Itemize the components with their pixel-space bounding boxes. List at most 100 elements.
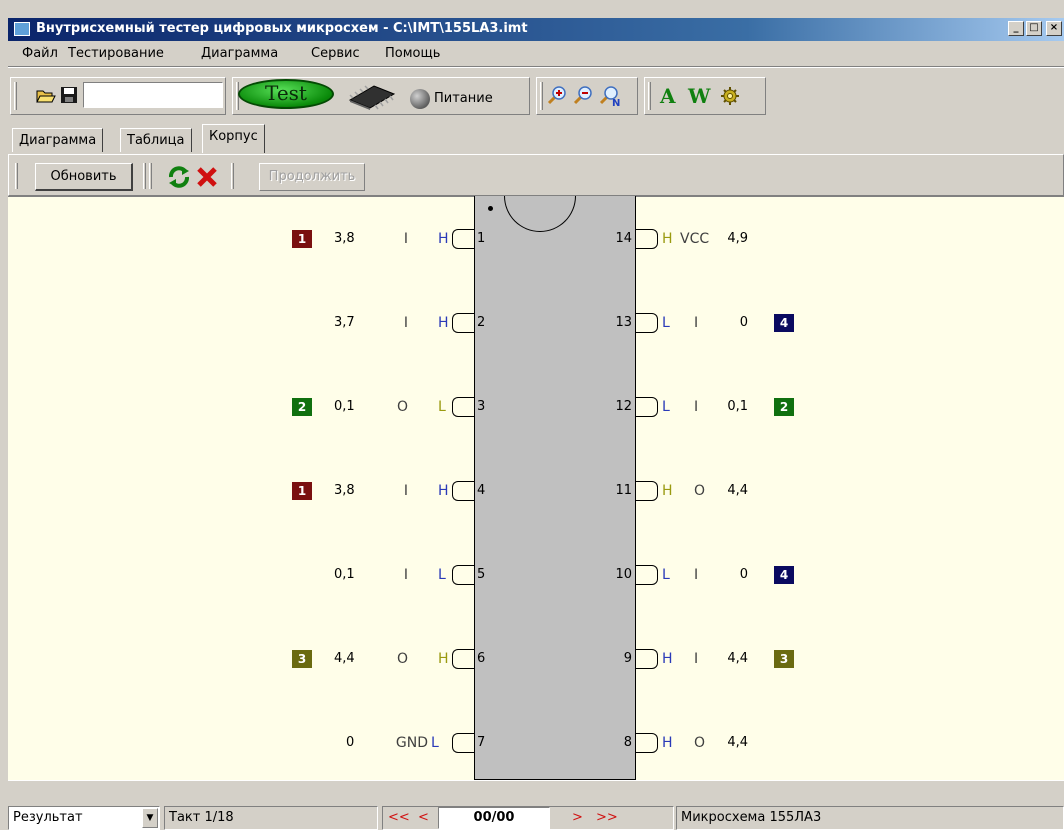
pin-lead[interactable] [636,313,658,333]
pin-voltage: 3,8 [334,231,355,246]
pin-voltage: 0 [346,735,355,750]
pin-level: L [438,567,446,583]
pin-voltage: 4,9 [727,231,748,246]
pin-number: 6 [477,651,486,666]
save-icon[interactable] [60,86,78,104]
tab-case[interactable]: Корпус [202,124,265,153]
pin-direction: I [403,567,408,583]
pin-number: 9 [623,651,632,666]
pin-lead[interactable] [636,733,658,753]
power-indicator-icon [410,89,430,109]
menu-service[interactable]: Сервис [311,46,360,61]
pin-level: L [431,735,439,751]
minimize-button[interactable]: _ [1008,21,1024,36]
pin-voltage: 4,4 [727,651,748,666]
settings-gear-icon[interactable] [720,86,740,106]
status-bar: Результат ▼ Такт 1/18 << < 00/00 > >> Ми… [8,806,1064,830]
pin-lead[interactable] [636,481,658,501]
toolbar-grip [540,82,543,110]
zoom-normal-icon[interactable]: N [598,84,622,108]
filename-input[interactable] [83,82,223,108]
toolbar-grip [648,82,651,110]
zoom-out-icon[interactable] [572,84,594,106]
next-button[interactable]: > [572,810,583,825]
step-counter-field[interactable]: 00/00 [438,807,550,829]
pin-level: H [662,483,673,499]
maximize-button[interactable]: □ [1026,21,1042,36]
pin-level: L [662,567,670,583]
pin-voltage: 3,7 [334,315,355,330]
pin-level: H [662,651,673,667]
last-button[interactable]: >> [596,810,618,825]
zoom-in-icon[interactable] [546,84,568,106]
pin-lead[interactable] [452,397,474,417]
tab-diagram[interactable]: Диаграмма [12,128,104,152]
continue-button[interactable]: Продолжить [259,163,365,191]
pin-lead[interactable] [452,313,474,333]
group-badge: 4 [774,314,794,332]
pin-lead[interactable] [636,649,658,669]
font-a-button[interactable]: A [660,84,676,108]
pin-direction: GND [395,735,428,751]
menu-testing[interactable]: Тестирование [68,46,164,61]
pin-lead[interactable] [452,481,474,501]
pin-level: H [662,231,673,247]
pin-direction: I [694,315,699,331]
pin-lead[interactable] [636,565,658,585]
menu-file[interactable]: Файл [22,46,58,61]
pin-level: L [662,315,670,331]
pin-direction: I [694,567,699,583]
font-w-button[interactable]: W [688,84,710,108]
step-label: Такт 1/18 [164,806,378,830]
pin-voltage: 3,8 [334,483,355,498]
menu-diagram[interactable]: Диаграмма [201,46,278,61]
toolbar-grip [231,163,234,189]
pin-direction: O [396,399,408,415]
open-folder-icon[interactable] [36,86,56,104]
pin-lead[interactable] [452,649,474,669]
pin-number: 11 [615,483,632,498]
power-label[interactable]: Питание [434,91,493,106]
group-badge: 3 [774,650,794,668]
pin-lead[interactable] [636,397,658,417]
app-icon [14,22,30,36]
chevron-down-icon[interactable]: ▼ [142,808,158,828]
pin-lead[interactable] [636,229,658,249]
first-button[interactable]: << [388,810,410,825]
toolbar-grip [143,163,146,189]
pin-voltage: 0 [739,567,748,582]
prev-button[interactable]: < [418,810,429,825]
menu-help[interactable]: Помощь [385,46,440,61]
pin-level: H [438,231,449,247]
test-button[interactable]: Test [238,79,334,109]
chip-icon[interactable] [344,82,400,110]
pin-number: 3 [477,399,486,414]
pin-direction: I [694,399,699,415]
pin-number: 7 [477,735,486,750]
pin-direction: O [396,651,408,667]
pin-number: 8 [623,735,632,750]
pin-number: 5 [477,567,486,582]
pin-voltage: 4,4 [727,735,748,750]
stop-icon[interactable] [195,165,219,189]
close-button[interactable]: × [1046,21,1062,36]
pin-direction: VCC [680,231,710,247]
menu-separator [8,66,1064,68]
reload-icon[interactable] [167,165,191,189]
view-select[interactable]: Результат ▼ [8,806,160,830]
pin-number: 13 [615,315,632,330]
pin-voltage: 0,1 [727,399,748,414]
pin-lead[interactable] [452,733,474,753]
toolbar-grip [15,163,18,189]
group-badge: 4 [774,566,794,584]
chip-package [474,196,636,780]
refresh-button[interactable]: Обновить [35,163,133,191]
window-title: Внутрисхемный тестер цифровых микросхем … [36,21,528,36]
pin-number: 14 [615,231,632,246]
title-bar[interactable]: Внутрисхемный тестер цифровых микросхем … [8,18,1064,41]
pin-lead[interactable] [452,229,474,249]
svg-text:N: N [612,98,620,108]
group-badge: 2 [774,398,794,416]
pin-lead[interactable] [452,565,474,585]
tab-table[interactable]: Таблица [120,128,192,152]
